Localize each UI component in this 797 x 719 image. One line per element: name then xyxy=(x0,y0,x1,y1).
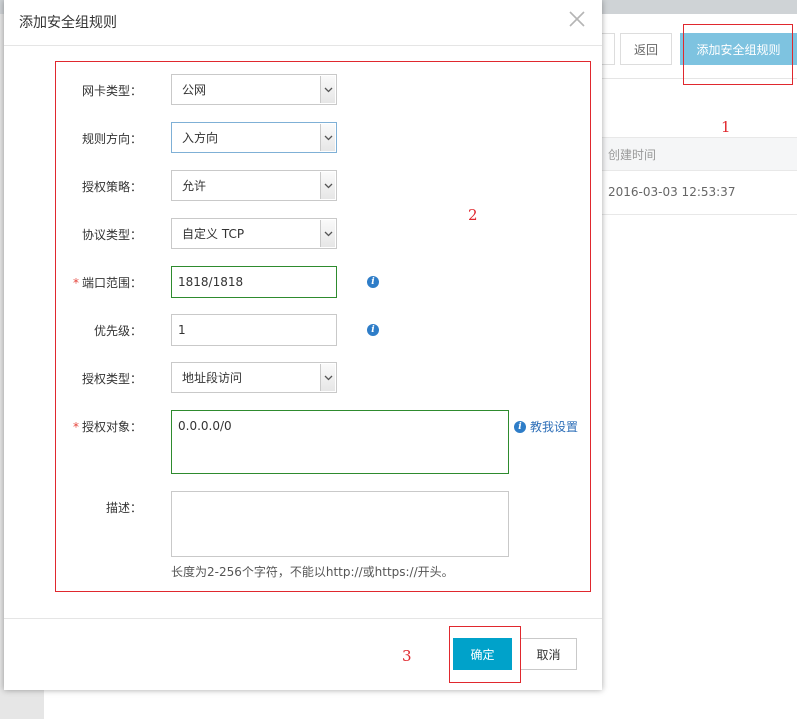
background-partial-button[interactable] xyxy=(601,33,615,65)
annotation-number-3: 3 xyxy=(402,647,412,665)
annotation-box-1 xyxy=(683,24,793,85)
dialog-footer-divider xyxy=(4,618,602,619)
table-cell-created-time: 2016-03-03 12:53:37 xyxy=(608,185,736,199)
dialog-title: 添加安全组规则 xyxy=(19,15,117,31)
annotation-number-2: 2 xyxy=(468,206,478,224)
dialog-header-divider xyxy=(4,45,602,46)
cancel-button[interactable]: 取消 xyxy=(520,638,577,670)
annotation-number-1: 1 xyxy=(721,118,731,136)
close-icon[interactable] xyxy=(566,8,588,30)
annotation-box-2 xyxy=(55,61,591,592)
back-button[interactable]: 返回 xyxy=(620,33,672,65)
annotation-box-3 xyxy=(449,626,521,683)
column-header-created-time[interactable]: 创建时间 xyxy=(608,146,656,163)
